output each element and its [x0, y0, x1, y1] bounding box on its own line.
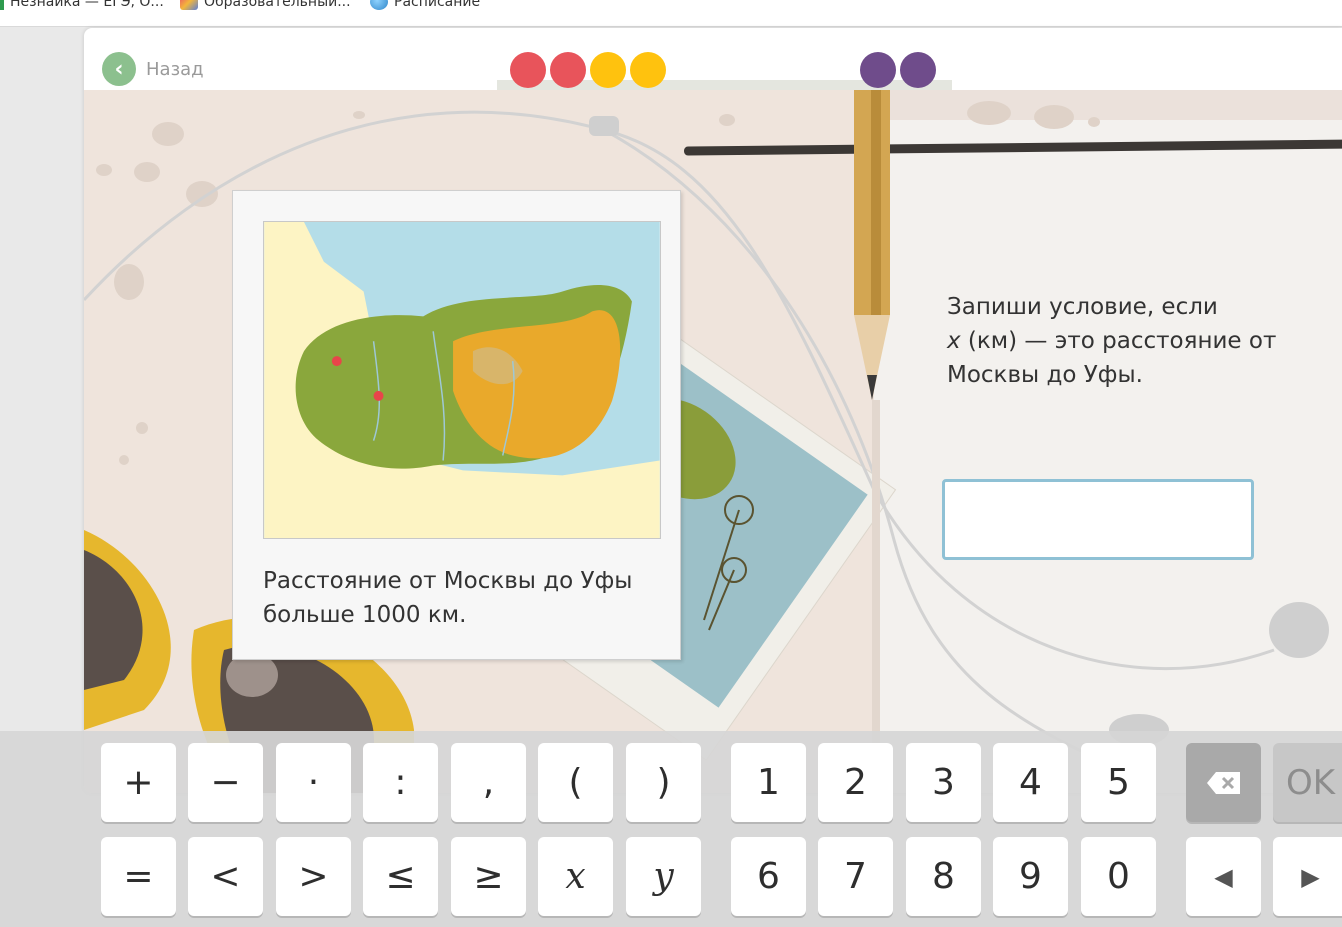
bookmark-label: Расписание — [394, 0, 481, 10]
arrow-right-icon: ▶ — [1301, 862, 1320, 891]
key-less[interactable]: < — [188, 837, 263, 916]
key-multiply[interactable]: · — [276, 743, 351, 822]
background-scene: Расстояние от Москвы до Уфы больше 1000 … — [84, 90, 1342, 793]
backspace-button[interactable] — [1186, 743, 1261, 822]
bookmark-item-1[interactable]: Незнайка — ЕГЭ, О... — [0, 0, 164, 10]
answer-input[interactable] — [942, 479, 1254, 560]
key-x[interactable]: x — [538, 837, 613, 916]
colorful-site-icon — [180, 0, 198, 10]
backspace-icon — [1206, 771, 1240, 794]
key-3[interactable]: 3 — [906, 743, 981, 822]
progress-dot-6 — [900, 52, 936, 88]
question-line-3: Москвы до Уфы. — [947, 362, 1143, 388]
lesson-stage: ‹ Назад Расстояние от Москвы до Уфы боль… — [84, 28, 1342, 793]
bookmark-item-3[interactable]: Расписание — [370, 0, 480, 10]
key-y[interactable]: y — [626, 837, 701, 916]
progress-dot-5 — [860, 52, 896, 88]
chevron-left-icon: ‹ — [102, 52, 136, 86]
question-variable: x — [947, 328, 961, 354]
question-line-2: (км) — это расстояние от — [960, 328, 1277, 354]
back-button[interactable]: ‹ Назад — [102, 52, 204, 86]
key-equals[interactable]: = — [101, 837, 176, 916]
key-less-equal[interactable]: ≤ — [363, 837, 438, 916]
key-0[interactable]: 0 — [1081, 837, 1156, 916]
key-7[interactable]: 7 — [818, 837, 893, 916]
key-minus[interactable]: − — [188, 743, 263, 822]
progress-dot-1 — [510, 52, 546, 88]
ok-button[interactable]: OK — [1273, 743, 1342, 822]
key-4[interactable]: 4 — [993, 743, 1068, 822]
card-statement: Расстояние от Москвы до Уфы больше 1000 … — [263, 568, 633, 628]
progress-dot-3 — [590, 52, 626, 88]
question-text: Запиши условие, если x (км) — это рассто… — [947, 290, 1307, 392]
cursor-left-button[interactable]: ◀ — [1186, 837, 1261, 916]
back-label: Назад — [146, 58, 204, 80]
globe-icon — [370, 0, 388, 10]
key-greater-equal[interactable]: ≥ — [451, 837, 526, 916]
key-8[interactable]: 8 — [906, 837, 981, 916]
arrow-left-icon: ◀ — [1214, 862, 1233, 891]
progress-dot-4 — [630, 52, 666, 88]
bookmark-label: Образовательный... — [204, 0, 351, 10]
key-2[interactable]: 2 — [818, 743, 893, 822]
cursor-right-button[interactable]: ▶ — [1273, 837, 1342, 916]
green-bookmark-icon — [0, 0, 4, 10]
key-1[interactable]: 1 — [731, 743, 806, 822]
key-greater[interactable]: > — [276, 837, 351, 916]
map-illustration — [263, 221, 661, 539]
progress-dot-2 — [550, 52, 586, 88]
key-comma[interactable]: , — [451, 743, 526, 822]
key-divide[interactable]: : — [363, 743, 438, 822]
bookmark-label: Незнайка — ЕГЭ, О... — [10, 0, 164, 10]
question-line-1: Запиши условие, если — [947, 294, 1218, 320]
key-paren-open[interactable]: ( — [538, 743, 613, 822]
key-plus[interactable]: + — [101, 743, 176, 822]
key-6[interactable]: 6 — [731, 837, 806, 916]
key-5[interactable]: 5 — [1081, 743, 1156, 822]
bookmark-item-2[interactable]: Образовательный... — [180, 0, 351, 10]
key-9[interactable]: 9 — [993, 837, 1068, 916]
bookmarks-bar: Незнайка — ЕГЭ, О... Образовательный... … — [0, 0, 1342, 27]
key-paren-close[interactable]: ) — [626, 743, 701, 822]
math-keyboard: + − · : , ( ) 1 2 3 4 5 OK = < > ≤ ≥ x y… — [0, 731, 1342, 927]
info-card: Расстояние от Москвы до Уфы больше 1000 … — [232, 190, 681, 660]
